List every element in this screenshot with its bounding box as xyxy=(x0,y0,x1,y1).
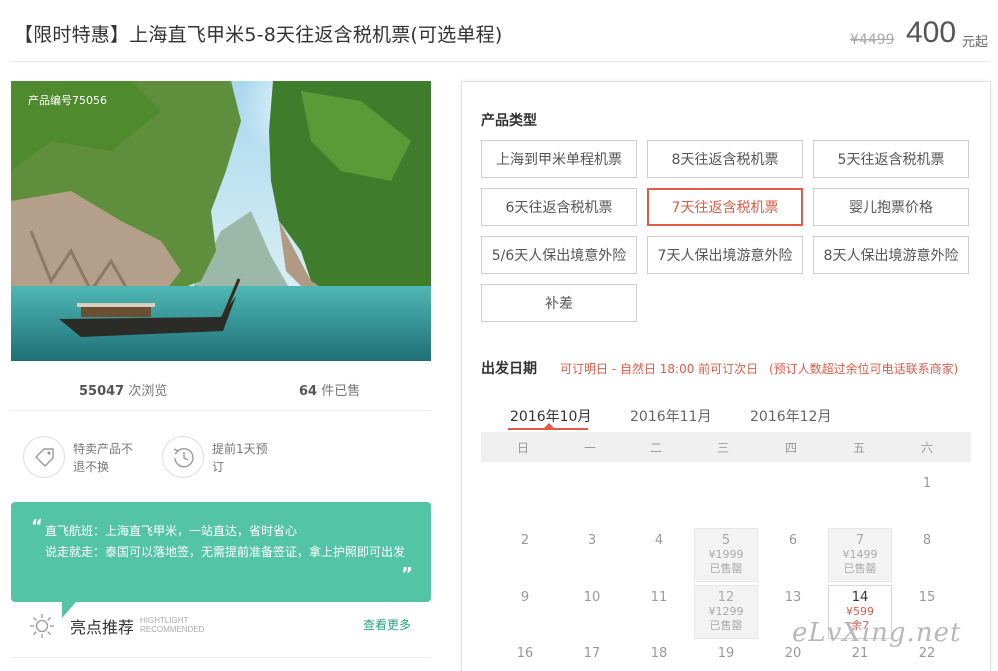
option-sh-krabi-oneway[interactable]: 上海到甲米单程机票 xyxy=(481,140,637,178)
option-56day-insurance[interactable]: 5/6天人保出境意外险 xyxy=(481,236,637,274)
calendar-day: 6 xyxy=(788,533,798,548)
sun-icon xyxy=(28,612,56,644)
highlight-line: 说走就走：泰国可以落地签，无需提前准备签证，拿上护照即可出发 xyxy=(45,545,406,559)
history-clock-icon xyxy=(162,436,204,478)
weekday-label: 五 xyxy=(852,441,865,455)
calendar-day-soldout: 5 ¥1999 已售罄 xyxy=(694,528,758,582)
calendar-day: 19 xyxy=(717,646,735,661)
calendar-day: 17 xyxy=(583,646,601,661)
option-7day-roundtrip[interactable]: 7天往返含税机票 xyxy=(647,188,803,226)
views-stat: 55047 次浏览 xyxy=(79,384,168,399)
tab-month-nov[interactable]: 2016年11月 xyxy=(630,406,711,426)
stats-divider xyxy=(11,410,431,411)
site-watermark: eLvXing.net xyxy=(792,618,962,648)
calendar-day-soldout: 12 ¥1299 已售罄 xyxy=(694,585,758,639)
calendar-day: 10 xyxy=(583,590,601,605)
weekday-label: 二 xyxy=(649,441,662,455)
option-6day-roundtrip[interactable]: 6天往返含税机票 xyxy=(481,188,637,226)
calendar-day: 3 xyxy=(587,533,597,548)
feature-no-refund: 特卖产品不退不换 xyxy=(23,436,143,480)
calendar-day: 8 xyxy=(922,533,932,548)
departure-date-label: 出发日期 xyxy=(481,361,537,377)
active-month-caret xyxy=(544,423,554,428)
header-divider xyxy=(10,61,990,62)
highlights-header: 亮点推荐 HIGHTLIGHT RECOMMENDED 查看更多 xyxy=(28,612,431,642)
current-price: 400 xyxy=(906,16,957,49)
sold-stat: 64 件已售 xyxy=(299,384,361,399)
option-5day-roundtrip[interactable]: 5天往返含税机票 xyxy=(813,140,969,178)
highlights-text: 直飞航班：上海直飞甲米，一站直达，省时省心 说走就走：泰国可以落地签，无需提前准… xyxy=(45,521,405,563)
calendar-day: 2 xyxy=(520,533,530,548)
calendar-day: 1 xyxy=(922,476,932,491)
highlights-divider xyxy=(11,657,431,658)
product-code: 产品编号75056 xyxy=(28,94,107,107)
contact-note: (预订人数超过余位可电话联系商家) xyxy=(769,362,959,376)
weekday-label: 六 xyxy=(920,441,933,455)
weekday-label: 一 xyxy=(583,441,596,455)
active-month-underline xyxy=(508,428,588,430)
calendar-day: 11 xyxy=(650,590,668,605)
weekday-label: 三 xyxy=(716,441,729,455)
product-hero-image[interactable] xyxy=(11,81,431,361)
feature-book-ahead: 提前1天预订 xyxy=(162,436,282,480)
calendar-day: 9 xyxy=(520,590,530,605)
close-quote-icon: ” xyxy=(401,564,413,585)
booking-note: 可订明日 - 自然日 18:00 前可订次日 xyxy=(560,362,759,376)
calendar-weekday-header: 日 一 二 三 四 五 六 xyxy=(481,432,971,462)
weekday-label: 日 xyxy=(516,441,529,455)
option-infant-ticket[interactable]: 婴儿抱票价格 xyxy=(813,188,969,226)
weekday-label: 四 xyxy=(784,441,797,455)
product-type-label: 产品类型 xyxy=(481,113,537,129)
tag-icon xyxy=(23,436,65,478)
product-title: 【限时特惠】上海直飞甲米5-8天往返含税机票(可选单程) xyxy=(14,24,503,46)
calendar-day-soldout: 7 ¥1499 已售罄 xyxy=(828,528,892,582)
calendar-day: 18 xyxy=(650,646,668,661)
feature-text: 特卖产品不退不换 xyxy=(73,442,134,474)
open-quote-icon: “ xyxy=(31,516,43,537)
calendar-day: 4 xyxy=(654,533,664,548)
option-7day-insurance[interactable]: 7天人保出境游意外险 xyxy=(647,236,803,274)
product-stats: 55047 次浏览 64 件已售 xyxy=(11,380,431,400)
highlights-bubble: “ 直飞航班：上海直飞甲米，一站直达，省时省心 说走就走：泰国可以落地签，无需提… xyxy=(11,502,431,602)
price-unit: 元起 xyxy=(962,35,989,50)
highlights-title-en: HIGHTLIGHT RECOMMENDED xyxy=(140,616,205,634)
option-8day-roundtrip[interactable]: 8天往返含税机票 xyxy=(647,140,803,178)
calendar-day: 16 xyxy=(516,646,534,661)
tab-month-dec[interactable]: 2016年12月 xyxy=(750,406,831,426)
feature-text: 提前1天预订 xyxy=(212,442,268,474)
option-price-difference[interactable]: 补差 xyxy=(481,284,637,322)
original-price: ¥4499 xyxy=(850,32,895,48)
highlight-line: 直飞航班：上海直飞甲米，一站直达，省时省心 xyxy=(45,524,298,538)
option-8day-insurance[interactable]: 8天人保出境游意外险 xyxy=(813,236,969,274)
view-more-link[interactable]: 查看更多 xyxy=(363,616,411,633)
highlights-title: 亮点推荐 xyxy=(70,618,135,637)
